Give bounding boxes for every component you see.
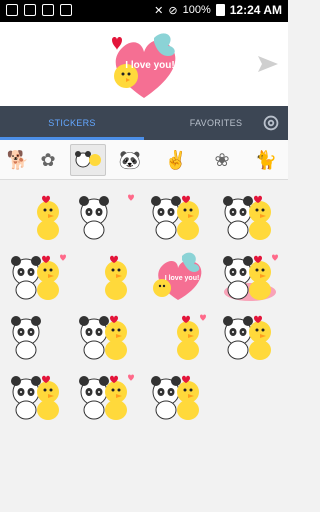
sticker-tabs: STICKERS FAVORITES	[0, 106, 288, 140]
gallery-icon	[24, 4, 36, 16]
duck-phone-sticker[interactable]	[8, 190, 68, 244]
rose-pack-icon[interactable]: ✿	[30, 144, 66, 176]
sticker-preview-area: I love you!	[0, 22, 288, 106]
sticker-grid: I love you!	[0, 182, 288, 420]
send-icon[interactable]	[256, 52, 280, 76]
panda-duck-sit-sticker[interactable]	[148, 310, 208, 364]
sticker-text: I love you!	[165, 275, 200, 282]
preview-sticker-text: I love you!	[125, 60, 174, 71]
panda-duck-mini-icon	[75, 151, 101, 168]
panda-guitar-sticker[interactable]	[8, 370, 68, 424]
gear-icon[interactable]	[260, 112, 282, 134]
panda-duck-music-sticker[interactable]	[148, 370, 208, 424]
panda-car-sticker[interactable]	[8, 310, 68, 364]
panda-cake-sticker[interactable]	[76, 310, 136, 364]
status-bar: ✕ ⊘ 100% 12:24 AM	[0, 0, 288, 22]
clock: 12:24 AM	[229, 3, 282, 17]
panda-duck-wave-sticker[interactable]	[220, 310, 280, 364]
tab-stickers[interactable]: STICKERS	[0, 106, 144, 140]
panda-duck-pack-icon[interactable]	[70, 144, 106, 176]
duck-music-sticker[interactable]	[8, 250, 68, 304]
mute-icon: ✕	[154, 4, 164, 17]
i-love-you-sticker[interactable]: I love you!	[148, 250, 208, 304]
flower-pack-icon[interactable]: ❀	[204, 144, 240, 176]
panda-gift-sticker[interactable]	[76, 250, 136, 304]
cat-pack-icon[interactable]: 🐈	[248, 144, 284, 176]
duck-panda-purple-sticker[interactable]	[220, 370, 280, 424]
battery-percent: 100%	[182, 4, 211, 16]
panda-pack-icon[interactable]: 🐼	[112, 144, 148, 176]
panda-salad-sticker[interactable]	[148, 190, 208, 244]
pink-table-sticker[interactable]	[220, 250, 280, 304]
panda-tv-sticker[interactable]	[76, 190, 136, 244]
sd-card-icon	[60, 4, 72, 16]
rabbit-pack-icon[interactable]: ✌	[158, 144, 194, 176]
sticker-pack-selector: 🐕 ✿ 🐼 ✌ ❀ 🐈	[0, 140, 288, 180]
battery-icon	[215, 4, 225, 16]
mail-icon	[6, 4, 18, 16]
block-icon: ⊘	[168, 4, 178, 17]
panda-duck-hug-sticker[interactable]	[76, 370, 136, 424]
image-icon	[42, 4, 54, 16]
i-love-you-preview-sticker: I love you!	[112, 33, 176, 98]
panda-duck-peek-sticker[interactable]	[220, 190, 280, 244]
